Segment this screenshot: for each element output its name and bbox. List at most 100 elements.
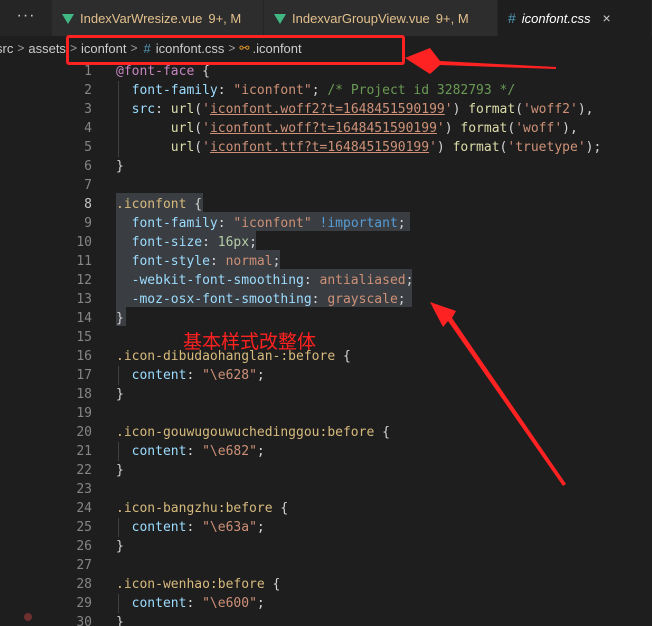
line-text: font-family: "iconfont"; /* Project id 3… (131, 83, 516, 98)
annotation-text: 基本样式改整体 (183, 332, 317, 353)
line-number: 7 (84, 178, 92, 193)
line-text: .icon-wenhao:before { (116, 577, 281, 592)
code-line[interactable]: 22} (52, 461, 652, 480)
line-number: 4 (84, 121, 92, 136)
line-text: url('iconfont.ttf?t=1648451590199') form… (170, 140, 602, 155)
code-line[interactable]: 21 content: "\e682"; (52, 442, 652, 461)
line-text: content: "\e63a"; (131, 520, 265, 535)
line-text: } (116, 615, 124, 626)
line-number: 3 (84, 102, 92, 117)
line-number: 21 (76, 444, 92, 459)
annotation-highlight-box (66, 35, 405, 65)
code-line[interactable]: 6} (52, 157, 652, 176)
line-number: 9 (84, 216, 92, 231)
line-text: .icon-bangzhu:before { (116, 501, 289, 516)
line-number: 13 (76, 292, 92, 307)
code-line[interactable]: 23 (52, 480, 652, 499)
vue-file-icon (274, 13, 286, 24)
line-number: 25 (76, 520, 92, 535)
line-number: 8 (84, 197, 92, 212)
line-number: 2 (84, 83, 92, 98)
line-text: content: "\e628"; (131, 368, 265, 383)
line-number: 18 (76, 387, 92, 402)
breadcrumb-label: src (0, 40, 14, 56)
line-text: .iconfont { (116, 197, 203, 212)
line-text: } (116, 387, 124, 402)
line-number: 5 (84, 140, 92, 155)
breadcrumb-label: assets (28, 40, 66, 56)
line-number: 10 (76, 235, 92, 250)
code-line[interactable]: 3 src: url('iconfont.woff2?t=16484515901… (52, 100, 652, 119)
line-text: -webkit-font-smoothing: antialiased; (131, 273, 414, 288)
code-line[interactable]: 4 url('iconfont.woff?t=1648451590199') f… (52, 119, 652, 138)
code-line[interactable]: 8 .iconfont { (52, 195, 652, 214)
vue-file-icon (62, 13, 74, 24)
chevron-right-icon: > (17, 41, 25, 55)
line-number: 24 (76, 501, 92, 516)
code-line[interactable]: 25 content: "\e63a"; (52, 518, 652, 537)
code-line[interactable]: 14} (52, 309, 652, 328)
code-line[interactable]: 24 .icon-bangzhu:before { (52, 499, 652, 518)
code-line[interactable]: 15 (52, 328, 652, 347)
code-line[interactable]: 19 (52, 404, 652, 423)
line-number: 23 (76, 482, 92, 497)
line-text: font-size: 16px; (131, 235, 257, 250)
line-text: -moz-osx-font-smoothing: grayscale; (131, 292, 406, 307)
code-line[interactable]: 12 -webkit-font-smoothing: antialiased; (52, 271, 652, 290)
code-line[interactable]: 20 .icon-gouwugouwuchedinggou:before { (52, 423, 652, 442)
code-editor[interactable]: 1 @font-face {2 font-family: "iconfont"; … (52, 60, 652, 626)
code-line[interactable]: 27 (52, 556, 652, 575)
tab-indexvarwresize[interactable]: IndexVarWresize.vue 9+, M (52, 0, 264, 36)
tab-problem-badge: 9+, M (208, 10, 242, 26)
line-number: 11 (76, 254, 92, 269)
code-line[interactable]: 7 (52, 176, 652, 195)
line-text: } (116, 159, 124, 174)
close-icon[interactable]: × (602, 10, 610, 26)
code-line[interactable]: 9 font-family: "iconfont" !important; (52, 214, 652, 233)
code-line[interactable]: 16 .icon-dibudaohanglan-:before { (52, 347, 652, 366)
code-line[interactable]: 28 .icon-wenhao:before { (52, 575, 652, 594)
tab-label: IndexVarWresize.vue (80, 10, 203, 26)
line-number: 6 (84, 159, 92, 174)
code-line[interactable]: 30} (52, 613, 652, 626)
breakpoint-icon[interactable] (24, 613, 32, 621)
code-line[interactable]: 29 content: "\e600"; (52, 594, 652, 613)
line-text: url('iconfont.woff?t=1648451590199') for… (170, 121, 578, 136)
line-text: font-family: "iconfont" !important; (131, 216, 406, 231)
code-line[interactable]: 5 url('iconfont.ttf?t=1648451590199') fo… (52, 138, 652, 157)
tab-label: iconfont.css (521, 10, 591, 26)
line-number: 19 (76, 406, 92, 421)
breadcrumb-item-src[interactable]: src > (0, 41, 28, 56)
tab-bar: ··· IndexVarWresize.vue 9+, M IndexvarGr… (0, 0, 652, 36)
line-number: 26 (76, 539, 92, 554)
code-line[interactable]: 26} (52, 537, 652, 556)
line-number: 16 (76, 349, 92, 364)
code-line[interactable]: 13 -moz-osx-font-smoothing: grayscale; (52, 290, 652, 309)
css-hash-icon: # (508, 10, 516, 26)
line-number: 29 (76, 596, 92, 611)
line-text: .icon-gouwugouwuchedinggou:before { (116, 425, 390, 440)
code-line[interactable]: 17 content: "\e628"; (52, 366, 652, 385)
line-text: content: "\e600"; (131, 596, 265, 611)
editor-glyph-margin (0, 60, 52, 626)
tab-problem-badge: 9+, M (435, 10, 469, 26)
line-number: 22 (76, 463, 92, 478)
line-text: font-style: normal; (131, 254, 281, 269)
code-line[interactable]: 10 font-size: 16px; (52, 233, 652, 252)
line-text: } (116, 311, 124, 326)
line-text: } (116, 463, 124, 478)
line-number: 17 (76, 368, 92, 383)
line-number: 30 (76, 615, 92, 626)
code-line[interactable]: 2 font-family: "iconfont"; /* Project id… (52, 81, 652, 100)
line-number: 27 (76, 558, 92, 573)
more-icon[interactable]: ··· (0, 0, 52, 36)
line-number: 28 (76, 577, 92, 592)
code-line[interactable]: 11 font-style: normal; (52, 252, 652, 271)
tab-indexvargroupview[interactable]: IndexvarGroupView.vue 9+, M (264, 0, 498, 36)
line-text: content: "\e682"; (131, 444, 265, 459)
line-number: 14 (76, 311, 92, 326)
tab-label: IndexvarGroupView.vue (292, 10, 430, 26)
tab-iconfont-css[interactable]: # iconfont.css × (498, 0, 652, 36)
line-text: } (116, 539, 124, 554)
code-line[interactable]: 18} (52, 385, 652, 404)
